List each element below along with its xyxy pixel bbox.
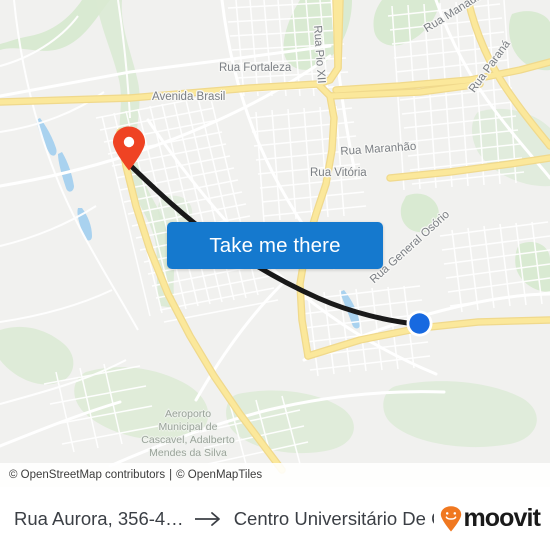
map-pin-icon[interactable]	[112, 126, 146, 171]
take-me-there-button[interactable]: Take me there	[167, 222, 383, 269]
attribution-openmaptiles[interactable]: © OpenMapTiles	[176, 469, 262, 481]
arrow-right-icon	[194, 511, 224, 527]
route-origin-label: Rua Aurora, 356-4…	[14, 507, 184, 529]
destination-dot	[406, 310, 433, 337]
moovit-pin-icon	[441, 505, 462, 531]
arrow-right-glyph	[194, 511, 220, 526]
route-destination-label: Centro Universitário De Casca…	[233, 507, 435, 529]
route-bottom-bar: Rua Aurora, 356-4… Centro Universitário …	[0, 487, 550, 550]
map-canvas[interactable]: Rua Fortaleza Avenida Brasil Rua Pio XII…	[0, 0, 550, 487]
moovit-wordmark: moovit	[463, 504, 540, 532]
attribution-osm[interactable]: © OpenStreetMap contributors	[9, 469, 165, 481]
location-dot-icon	[406, 310, 433, 337]
origin-marker[interactable]	[112, 126, 146, 171]
attribution-separator: |	[169, 469, 173, 481]
moovit-logo[interactable]: moovit	[440, 504, 541, 532]
route-summary[interactable]: Rua Aurora, 356-4… Centro Universitário …	[14, 508, 434, 530]
moovit-map-screen: Rua Fortaleza Avenida Brasil Rua Pio XII…	[0, 0, 550, 550]
map-attribution: © OpenStreetMap contributors | © OpenMap…	[0, 463, 550, 487]
